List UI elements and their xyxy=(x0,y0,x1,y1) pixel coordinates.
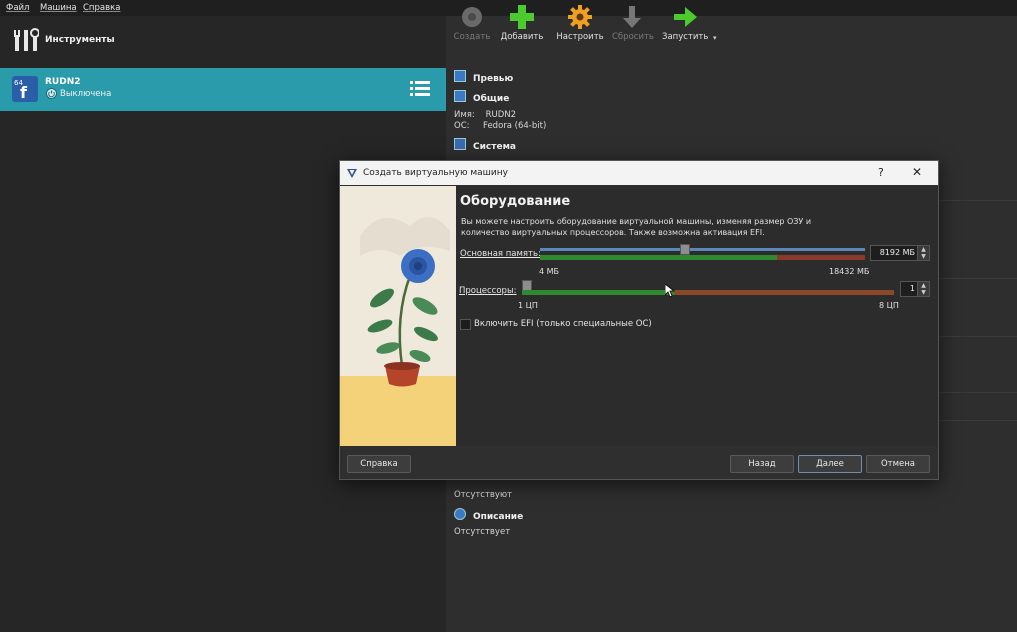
tools-label: Инструменты xyxy=(45,35,115,45)
memory-slider[interactable] xyxy=(540,244,865,264)
plus-icon xyxy=(510,5,534,29)
create-vm-dialog: Создать виртуальную машину ? ✕ Оборудова xyxy=(339,160,939,480)
section-general[interactable]: Общие xyxy=(454,90,509,104)
start-dropdown-icon[interactable]: ▾ xyxy=(713,34,717,42)
cpu-label: Процессоры: xyxy=(459,286,517,296)
cpu-value: 1 xyxy=(909,284,915,293)
efi-label[interactable]: Включить EFI (только специальные ОС) xyxy=(474,319,652,329)
create-button[interactable]: Создать xyxy=(453,4,491,42)
memory-slider-scale xyxy=(540,255,865,260)
plant-illustration xyxy=(340,186,456,446)
shared-folders-value: Отсутствуют xyxy=(454,490,513,500)
discard-button[interactable]: Сбросить xyxy=(612,4,654,42)
next-button[interactable]: Далее xyxy=(798,455,862,473)
add-label: Добавить xyxy=(500,32,544,42)
dialog-titlebar: Создать виртуальную машину ? ✕ xyxy=(340,161,938,185)
memory-label: Основная память: xyxy=(460,249,541,259)
menu-help[interactable]: Справка xyxy=(83,3,120,13)
cpu-min-label: 1 ЦП xyxy=(518,301,538,310)
start-label: Запустить xyxy=(662,32,709,42)
efi-checkbox[interactable] xyxy=(460,319,471,330)
menu-file[interactable]: Файл xyxy=(6,3,29,13)
power-off-icon xyxy=(46,88,57,99)
vm-name: RUDN2 xyxy=(45,77,81,87)
page-heading: Оборудование xyxy=(460,194,571,209)
wizard-illustration xyxy=(340,186,456,446)
arrow-down-icon xyxy=(623,6,641,28)
monitor-icon xyxy=(454,90,466,102)
description-value: Отсутствует xyxy=(454,527,511,537)
memory-min-label: 4 МБ xyxy=(539,267,560,276)
settings-button[interactable]: Настроить xyxy=(556,4,604,42)
discard-label: Сбросить xyxy=(612,32,654,42)
create-gear-icon xyxy=(462,7,482,27)
memory-spinbox[interactable]: 8192 МБ ▲ ▼ xyxy=(870,245,930,261)
vm-menu-icon[interactable] xyxy=(410,80,430,98)
menu-machine[interactable]: Машина xyxy=(40,3,77,13)
section-system[interactable]: Система xyxy=(454,138,516,152)
speech-bubble-icon xyxy=(454,508,466,520)
memory-slider-handle[interactable] xyxy=(680,244,690,255)
section-description[interactable]: Описание xyxy=(454,508,523,522)
page-description: Вы можете настроить оборудование виртуал… xyxy=(461,217,812,237)
back-button[interactable]: Назад xyxy=(730,455,794,473)
arrow-right-icon xyxy=(674,7,697,27)
tools-item[interactable]: Инструменты xyxy=(0,16,446,64)
help-button[interactable]: Справка xyxy=(347,455,411,473)
start-button[interactable]: Запустить xyxy=(662,4,708,42)
create-label: Создать xyxy=(453,32,491,42)
memory-max-label: 18432 МБ xyxy=(829,267,870,276)
settings-label: Настроить xyxy=(556,32,604,42)
general-name-row: Имя: RUDN2 xyxy=(454,110,517,120)
monitor-icon xyxy=(454,70,466,82)
vm-list-item[interactable]: 64 f RUDN2 Выключена xyxy=(0,68,446,111)
add-button[interactable]: Добавить xyxy=(500,4,544,42)
dialog-title: Создать виртуальную машину xyxy=(363,168,508,178)
cpu-spinbox[interactable]: 1 ▲ ▼ xyxy=(900,281,930,297)
cpu-slider[interactable] xyxy=(522,280,894,300)
gear-icon xyxy=(568,5,592,29)
svg-text:f: f xyxy=(20,83,28,102)
section-preview[interactable]: Превью xyxy=(454,70,513,84)
tools-icon xyxy=(14,28,39,51)
memory-value: 8192 МБ xyxy=(879,248,915,257)
mouse-cursor-icon xyxy=(665,284,675,298)
cpu-slider-scale xyxy=(522,290,894,295)
chip-icon xyxy=(454,138,466,150)
vm-state: Выключена xyxy=(60,89,112,99)
virtualbox-logo-icon xyxy=(347,169,357,178)
memory-slider-groove xyxy=(540,248,865,251)
spin-arrows-icon[interactable]: ▲ ▼ xyxy=(917,246,929,260)
general-os-row: ОС: Fedora (64-bit) xyxy=(454,121,547,131)
fedora-os-icon: 64 f xyxy=(12,76,38,102)
help-icon[interactable]: ? xyxy=(878,166,884,179)
close-icon[interactable]: ✕ xyxy=(912,165,922,179)
cpu-max-label: 8 ЦП xyxy=(879,301,899,310)
cancel-button[interactable]: Отмена xyxy=(866,455,930,473)
spin-arrows-icon[interactable]: ▲ ▼ xyxy=(917,282,929,296)
